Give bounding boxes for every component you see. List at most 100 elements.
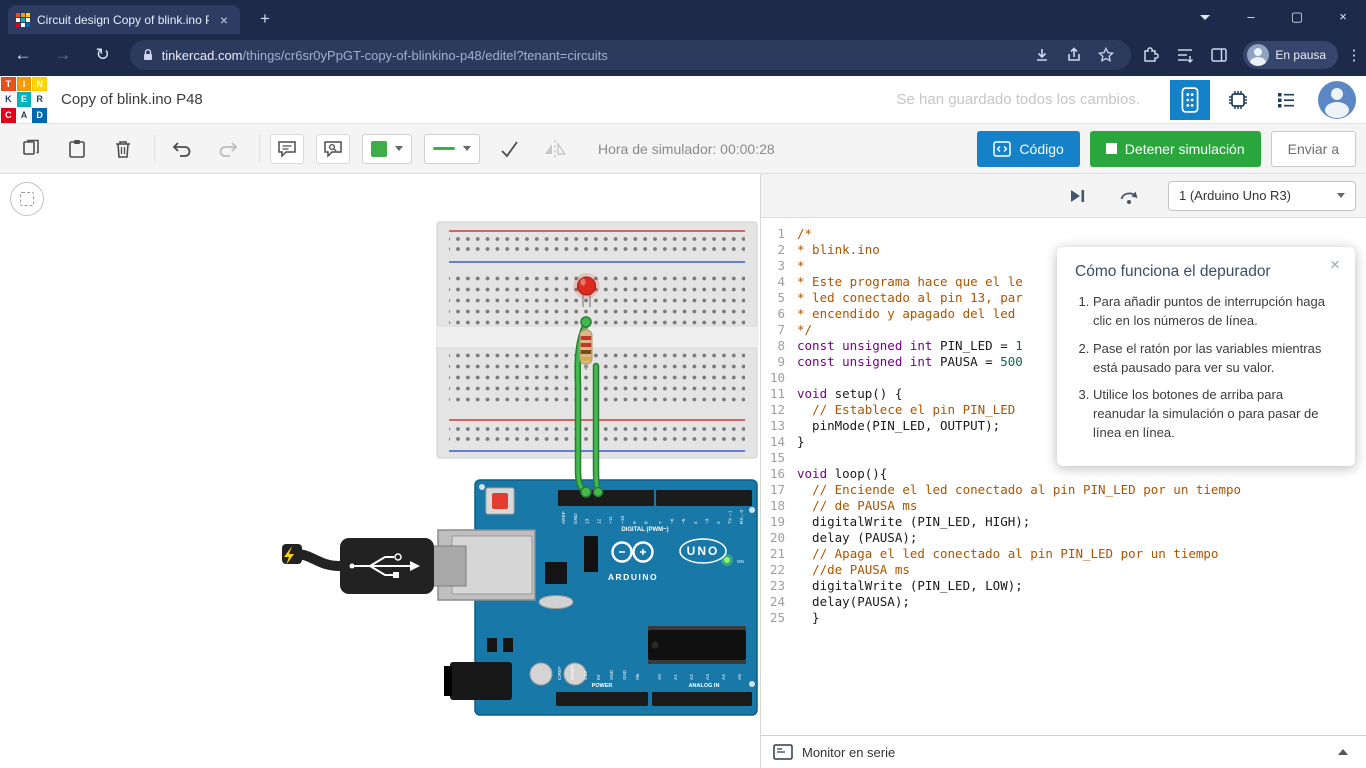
zoom-to-fit-button[interactable] xyxy=(10,182,44,216)
circuit-canvas[interactable]: UNO ARDUINO DIGITAL (PWM~) POWER ANALOG … xyxy=(0,174,760,768)
browser-tab[interactable]: Circuit design Copy of blink.ino P48 × xyxy=(8,5,240,34)
download-done-icon[interactable] xyxy=(1029,42,1055,68)
reading-list-icon[interactable] xyxy=(1171,41,1199,69)
resume-button[interactable] xyxy=(1064,183,1090,209)
code-text[interactable]: // Apaga el led conectado al pin PIN_LED… xyxy=(797,546,1218,562)
paste-icon[interactable] xyxy=(60,134,94,164)
line-number[interactable]: 3 xyxy=(761,258,797,274)
tab-close-icon[interactable]: × xyxy=(216,12,232,28)
code-text[interactable]: digitalWrite (PIN_LED, HIGH); xyxy=(797,514,1030,530)
line-number[interactable]: 19 xyxy=(761,514,797,530)
url-bar[interactable]: tinkercad.com/things/cr6sr0yPpGT-copy-of… xyxy=(130,40,1132,70)
code-text[interactable]: delay(PAUSA); xyxy=(797,594,910,610)
design-title[interactable]: Copy of blink.ino P48 xyxy=(61,91,203,108)
line-number[interactable]: 15 xyxy=(761,450,797,466)
chip-view-button[interactable] xyxy=(1218,80,1258,120)
line-number[interactable]: 17 xyxy=(761,482,797,498)
code-text[interactable]: const unsigned int PAUSA = 500 xyxy=(797,354,1023,370)
line-number[interactable]: 22 xyxy=(761,562,797,578)
code-text[interactable]: void loop(){ xyxy=(797,466,887,482)
list-view-button[interactable] xyxy=(1266,80,1306,120)
expand-icon[interactable] xyxy=(1338,749,1348,755)
line-number[interactable]: 16 xyxy=(761,466,797,482)
line-number[interactable]: 2 xyxy=(761,242,797,258)
share-icon[interactable] xyxy=(1061,42,1087,68)
line-number[interactable]: 18 xyxy=(761,498,797,514)
line-number[interactable]: 6 xyxy=(761,306,797,322)
line-number[interactable]: 20 xyxy=(761,530,797,546)
code-text[interactable]: delay (PAUSA); xyxy=(797,530,917,546)
browser-menu-icon[interactable]: ⋮ xyxy=(1342,46,1366,64)
line-number[interactable]: 4 xyxy=(761,274,797,290)
code-text[interactable]: void setup() { xyxy=(797,386,902,402)
wire-check-icon[interactable] xyxy=(492,134,526,164)
line-number[interactable]: 9 xyxy=(761,354,797,370)
code-text[interactable]: //de PAUSA ms xyxy=(797,562,910,578)
reset-button[interactable] xyxy=(492,493,508,509)
tab-search-icon[interactable] xyxy=(1200,15,1210,20)
reload-button[interactable]: ↻ xyxy=(86,38,120,72)
code-text[interactable]: * xyxy=(797,258,805,274)
line-number[interactable]: 13 xyxy=(761,418,797,434)
code-text[interactable]: digitalWrite (PIN_LED, LOW); xyxy=(797,578,1023,594)
board-selector-dropdown[interactable]: 1 (Arduino Uno R3) xyxy=(1168,181,1356,211)
resistor[interactable] xyxy=(580,324,592,370)
stop-simulation-button[interactable]: Detener simulación xyxy=(1090,131,1261,167)
line-number[interactable]: 10 xyxy=(761,370,797,386)
usb-cable[interactable] xyxy=(282,538,466,594)
code-text[interactable]: * blink.ino xyxy=(797,242,880,258)
line-number[interactable]: 21 xyxy=(761,546,797,562)
code-button[interactable]: Código xyxy=(977,131,1079,167)
close-button[interactable]: × xyxy=(1320,0,1366,34)
code-text[interactable]: pinMode(PIN_LED, OUTPUT); xyxy=(797,418,1000,434)
arduino-uno[interactable]: UNO ARDUINO DIGITAL (PWM~) POWER ANALOG … xyxy=(438,480,757,715)
notes-icon[interactable] xyxy=(270,134,304,164)
user-avatar[interactable] xyxy=(1318,81,1356,119)
wire-type-dropdown[interactable] xyxy=(424,134,480,164)
mirror-icon[interactable] xyxy=(538,134,572,164)
inspect-icon[interactable] xyxy=(316,134,350,164)
power-label: POWER xyxy=(592,683,613,689)
send-to-button[interactable]: Enviar a xyxy=(1271,131,1356,167)
new-tab-button[interactable]: + xyxy=(252,7,278,31)
copy-icon[interactable] xyxy=(14,134,48,164)
maximize-button[interactable]: ▢ xyxy=(1274,0,1320,34)
line-number[interactable]: 24 xyxy=(761,594,797,610)
extensions-puzzle-icon[interactable] xyxy=(1137,41,1165,69)
code-text[interactable]: // Establece el pin PIN_LED xyxy=(797,402,1015,418)
color-dropdown[interactable] xyxy=(362,134,412,164)
side-panel-icon[interactable] xyxy=(1205,41,1233,69)
code-text[interactable]: // Enciende el led conectado al pin PIN_… xyxy=(797,482,1241,498)
line-number[interactable]: 23 xyxy=(761,578,797,594)
code-text[interactable]: * Este programa hace que el le xyxy=(797,274,1023,290)
serial-monitor-bar[interactable]: Monitor en serie xyxy=(761,735,1366,768)
code-text[interactable]: } xyxy=(797,610,820,626)
line-number[interactable]: 12 xyxy=(761,402,797,418)
delete-icon[interactable] xyxy=(106,134,140,164)
bookmark-star-icon[interactable] xyxy=(1093,42,1119,68)
line-number[interactable]: 7 xyxy=(761,322,797,338)
line-number[interactable]: 8 xyxy=(761,338,797,354)
code-text[interactable]: * led conectado al pin 13, par xyxy=(797,290,1023,306)
line-number[interactable]: 11 xyxy=(761,386,797,402)
step-over-button[interactable] xyxy=(1116,183,1142,209)
code-text[interactable]: /* xyxy=(797,226,812,242)
code-text[interactable]: } xyxy=(797,434,805,450)
profile-chip[interactable]: En pausa xyxy=(1243,41,1338,69)
line-number[interactable]: 1 xyxy=(761,226,797,242)
back-button[interactable]: ← xyxy=(6,38,40,72)
redo-icon[interactable] xyxy=(211,134,245,164)
code-text[interactable]: const unsigned int PIN_LED = 1 xyxy=(797,338,1023,354)
code-text[interactable]: // de PAUSA ms xyxy=(797,498,917,514)
line-number[interactable]: 5 xyxy=(761,290,797,306)
tinkercad-logo[interactable]: TINKERCAD xyxy=(1,77,47,123)
code-text[interactable]: * encendido y apagado del led xyxy=(797,306,1015,322)
minimize-button[interactable]: – xyxy=(1228,0,1274,34)
components-panel-button[interactable] xyxy=(1170,80,1210,120)
undo-icon[interactable] xyxy=(165,134,199,164)
line-number[interactable]: 14 xyxy=(761,434,797,450)
forward-button[interactable]: → xyxy=(46,38,80,72)
line-number[interactable]: 25 xyxy=(761,610,797,626)
close-icon[interactable]: × xyxy=(1325,255,1345,275)
code-text[interactable]: */ xyxy=(797,322,812,338)
